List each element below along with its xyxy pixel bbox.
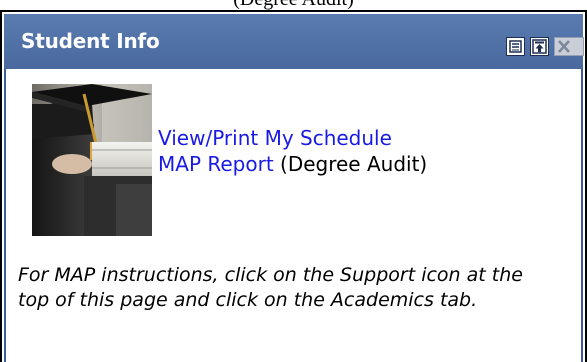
- portlet-title: Student Info: [21, 29, 160, 53]
- graduation-image: [32, 84, 152, 236]
- schedule-link-row: View/Print My Schedule: [158, 125, 427, 151]
- portlet-body: View/Print My Schedule MAP Report (Degre…: [4, 69, 583, 362]
- restore-icon: [509, 40, 522, 53]
- map-report-link[interactable]: MAP Report: [158, 152, 274, 176]
- student-links: View/Print My Schedule MAP Report (Degre…: [158, 125, 427, 177]
- maximize-icon: [532, 39, 547, 54]
- restore-button[interactable]: [506, 37, 525, 56]
- caption-fragment: (Degree Audit): [233, 0, 354, 10]
- maximize-button[interactable]: [530, 37, 549, 56]
- graduation-photo: [32, 84, 152, 236]
- close-icon: [558, 40, 570, 53]
- view-print-schedule-link[interactable]: View/Print My Schedule: [158, 126, 392, 150]
- map-instructions-text: For MAP instructions, click on the Suppo…: [18, 264, 523, 311]
- portlet-header: Student Info: [4, 14, 584, 69]
- map-report-suffix: (Degree Audit): [273, 152, 428, 176]
- student-info-portlet: Student Info View/Print My Schedule MAP …: [0, 10, 587, 362]
- close-button[interactable]: [554, 37, 584, 56]
- clipped-caption-text: (Degree Audit): [0, 0, 587, 9]
- map-report-row: MAP Report (Degree Audit): [158, 151, 427, 177]
